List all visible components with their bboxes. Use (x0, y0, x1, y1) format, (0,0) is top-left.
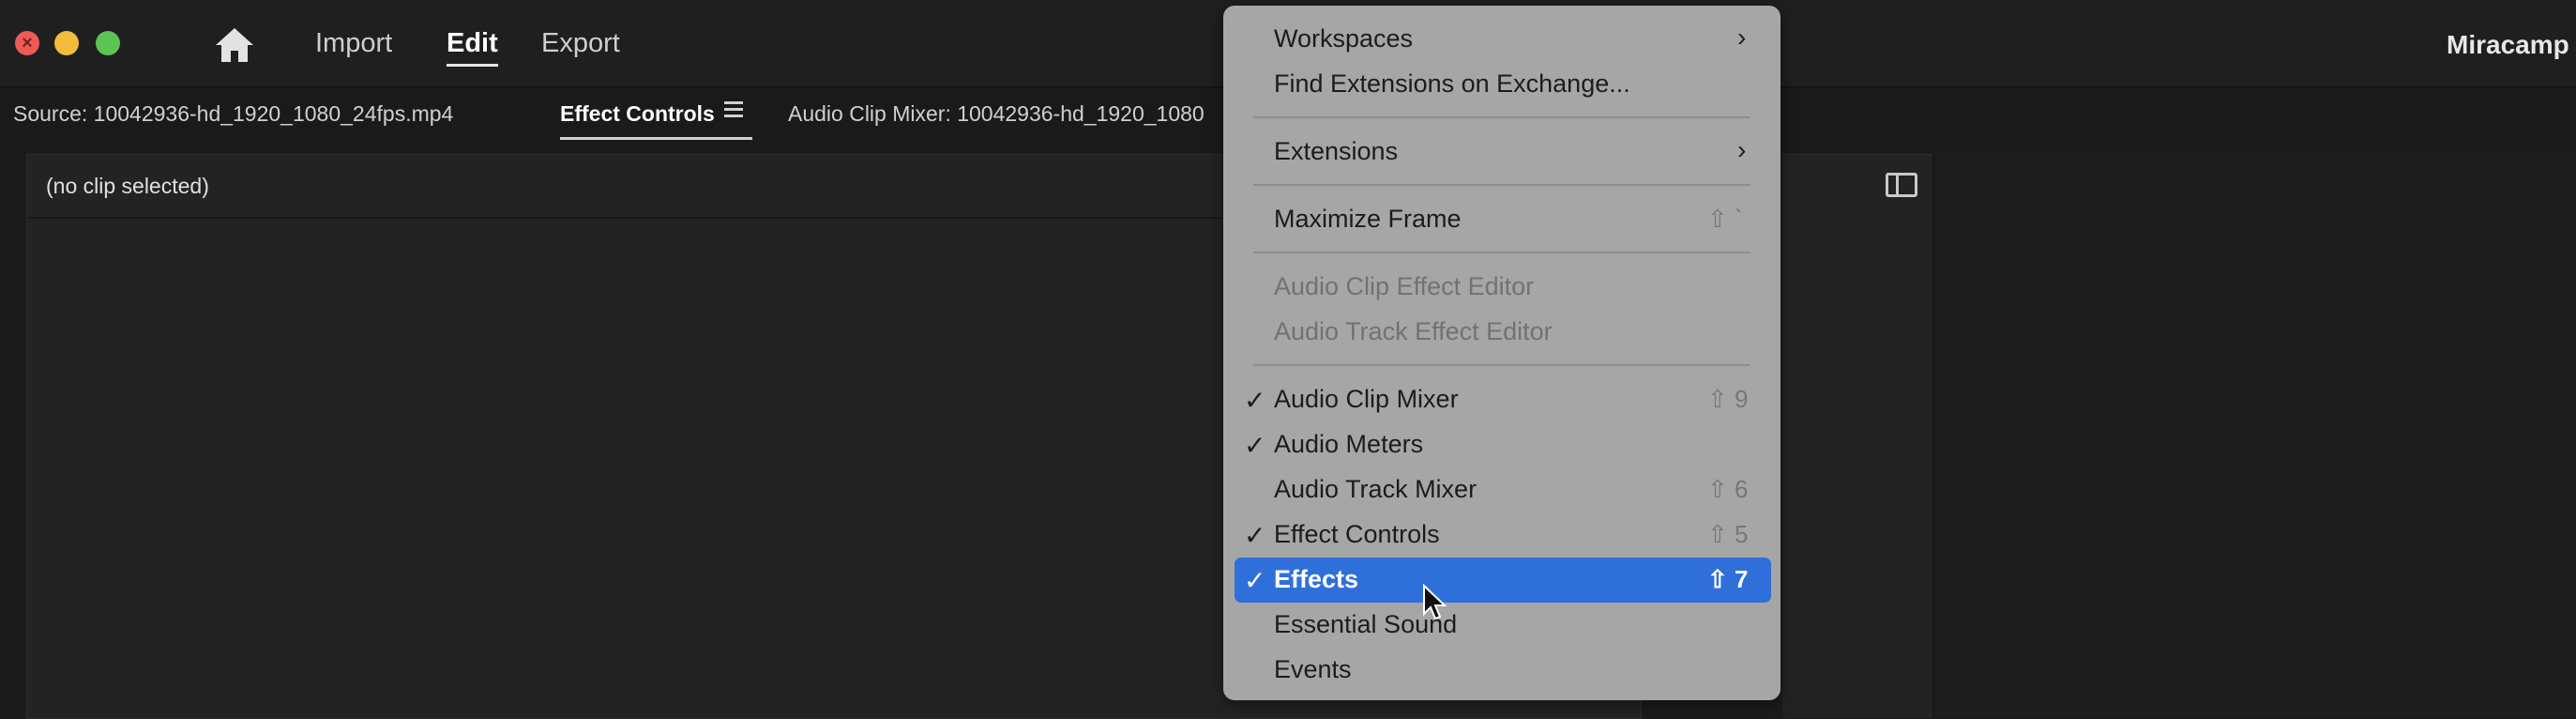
menu-item-audio-track-effect-editor: Audio Track Effect Editor (1274, 317, 1553, 345)
menu-item-events[interactable]: Events (1274, 655, 1352, 684)
close-window-button[interactable]: × (15, 31, 39, 55)
close-icon: × (22, 33, 33, 54)
mouse-cursor-icon (1423, 584, 1447, 620)
menu-item-find-extensions[interactable]: Find Extensions on Exchange... (1274, 69, 1630, 99)
nav-tab-export[interactable]: Export (541, 28, 620, 59)
check-icon: ✓ (1244, 566, 1266, 595)
check-icon: ✓ (1244, 431, 1266, 460)
shortcut-maximize-frame: ⇧ ` (1707, 205, 1743, 233)
tab-effect-controls[interactable]: Effect Controls (560, 101, 752, 140)
chevron-right-icon: › (1737, 135, 1747, 164)
menu-item-audio-clip-mixer[interactable]: Audio Clip Mixer (1274, 385, 1459, 414)
menu-item-extensions[interactable]: Extensions (1274, 137, 1398, 166)
menu-item-effect-controls[interactable]: Effect Controls (1274, 520, 1440, 549)
menu-separator (1253, 364, 1750, 366)
hamburger-menu-icon[interactable] (724, 101, 743, 118)
menu-item-workspaces[interactable]: Workspaces (1274, 24, 1413, 54)
menu-separator (1253, 184, 1750, 186)
chevron-right-icon: › (1737, 23, 1747, 52)
check-icon: ✓ (1244, 386, 1266, 415)
nav-tab-edit[interactable]: Edit (447, 28, 498, 67)
minimize-window-button[interactable] (54, 31, 79, 55)
menu-item-audio-meters[interactable]: Audio Meters (1274, 430, 1423, 459)
window-menu: Workspaces › Find Extensions on Exchange… (1223, 6, 1780, 700)
home-icon[interactable] (214, 26, 255, 64)
shortcut-audio-track-mixer: ⇧ 6 (1707, 475, 1749, 503)
menu-separator (1253, 116, 1750, 118)
no-clip-label: (no clip selected) (46, 174, 209, 198)
check-icon: ✓ (1244, 521, 1266, 550)
menu-item-maximize-frame[interactable]: Maximize Frame (1274, 205, 1462, 234)
menu-item-audio-track-mixer[interactable]: Audio Track Mixer (1274, 475, 1477, 504)
shortcut-audio-clip-mixer: ⇧ 9 (1707, 385, 1749, 413)
menu-item-audio-clip-effect-editor: Audio Clip Effect Editor (1274, 272, 1535, 300)
menu-item-effects[interactable]: Effects (1274, 565, 1358, 594)
panel-header-right (1782, 154, 1932, 718)
menu-separator (1253, 252, 1750, 253)
shortcut-effects: ⇧ 7 (1707, 565, 1749, 593)
adjacent-panel (1932, 154, 2576, 717)
tab-audio-clip-mixer[interactable]: Audio Clip Mixer: 10042936-hd_1920_1080 (788, 101, 1205, 127)
panel-layout-icon[interactable] (1886, 173, 1917, 197)
nav-tab-import[interactable]: Import (315, 28, 392, 59)
app-title: Miracamp I (2447, 30, 2576, 59)
zoom-window-button[interactable] (96, 31, 120, 55)
tab-source-monitor[interactable]: Source: 10042936-hd_1920_1080_24fps.mp4 (13, 101, 453, 127)
shortcut-effect-controls: ⇧ 5 (1707, 520, 1749, 548)
